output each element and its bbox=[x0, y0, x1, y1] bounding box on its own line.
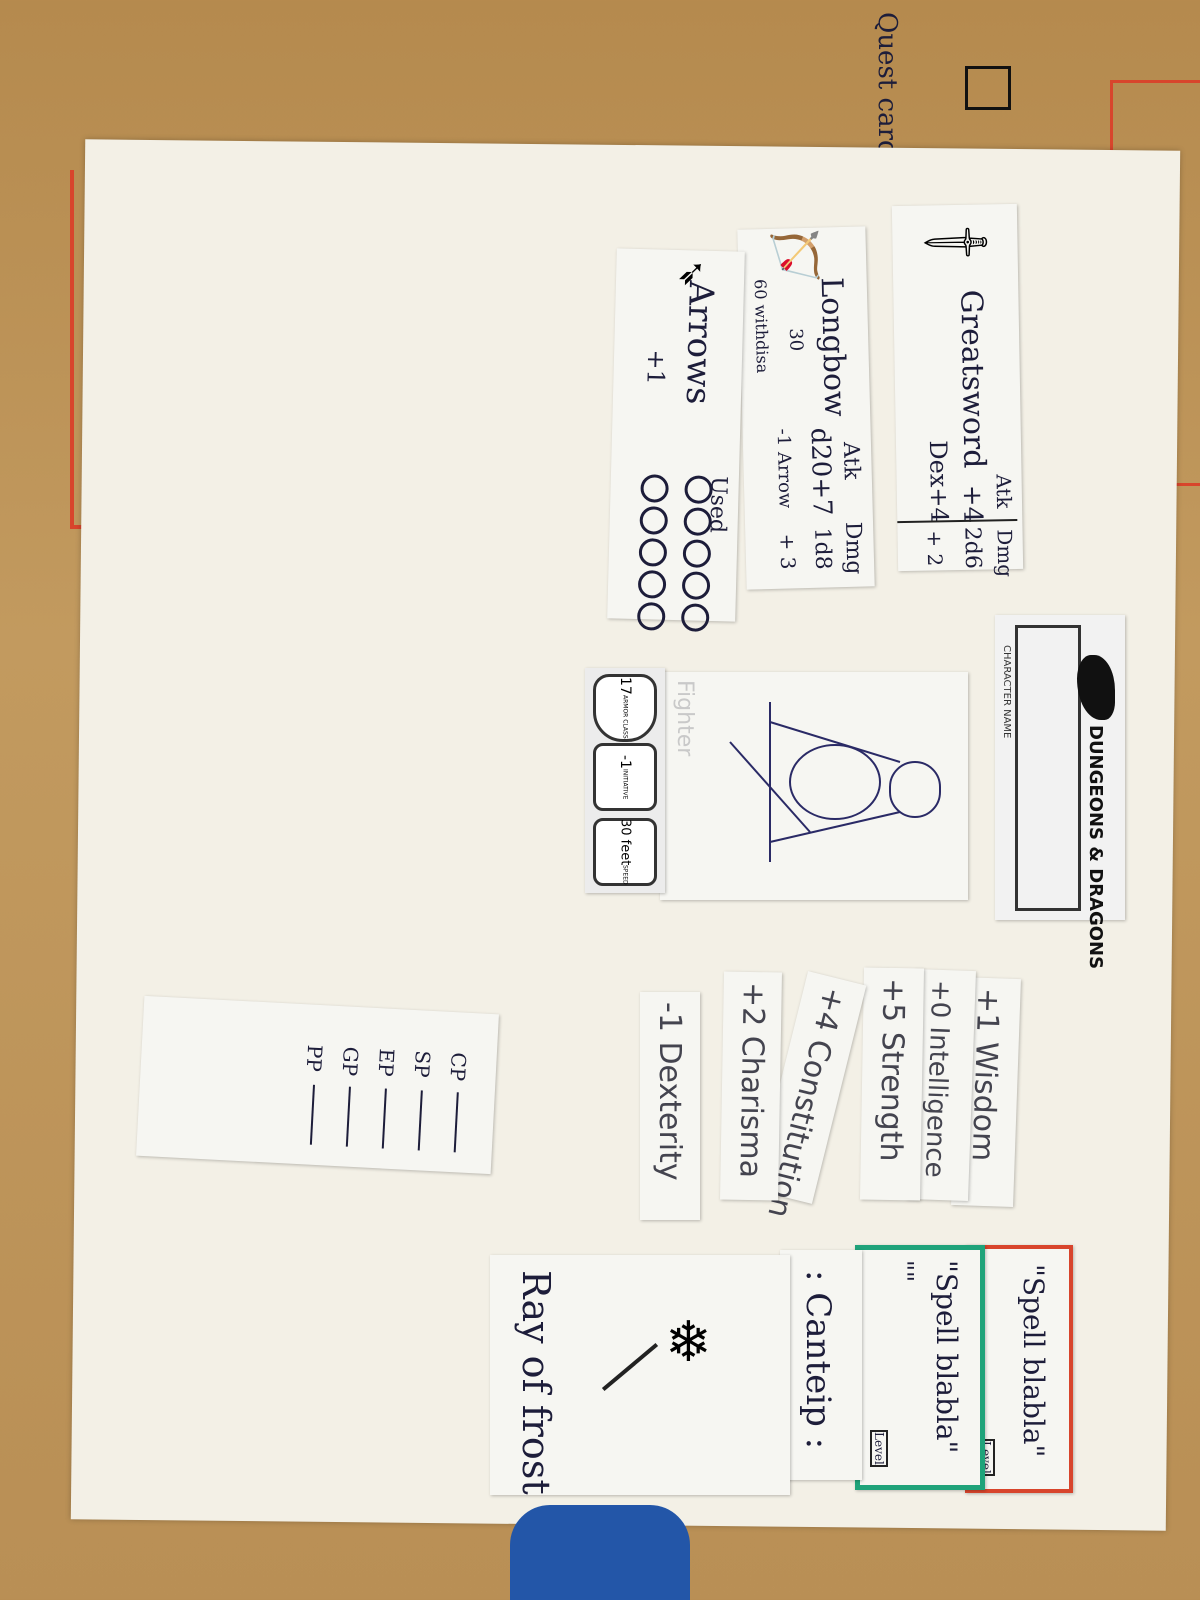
frost-lines-icon bbox=[601, 1342, 659, 1392]
cantrip-label: : Canteip : bbox=[798, 1270, 838, 1450]
combat-stats-strip: 17 ARMOR CLASS -1 INITIATIVE 30 feet SPE… bbox=[585, 668, 665, 893]
ammo-circle[interactable] bbox=[637, 570, 667, 599]
coin-row[interactable]: GP bbox=[333, 1046, 373, 1158]
ammo-circle[interactable] bbox=[638, 538, 668, 567]
ammo-circle[interactable] bbox=[680, 603, 710, 632]
range-disadvantage: 60 withdisa bbox=[750, 278, 773, 374]
weapon-card-greatsword[interactable]: 🗡 Greatsword Atk +4 Dex+4 Dmg 2d6 + 2 bbox=[891, 202, 1024, 577]
coin-label: SP bbox=[409, 1049, 435, 1079]
spell-level: Level bbox=[870, 1430, 888, 1467]
coin-line bbox=[453, 1092, 459, 1153]
name-box[interactable] bbox=[1015, 625, 1081, 911]
ability-strength[interactable]: +5 Strength bbox=[859, 967, 925, 1201]
dmg-header: Dmg bbox=[992, 528, 1018, 578]
ammo-card-arrows[interactable]: ➶ Arrows +1 Used bbox=[607, 248, 745, 632]
armor-class-label: ARMOR CLASS bbox=[621, 695, 629, 739]
coin-line bbox=[381, 1088, 387, 1149]
coin-label: GP bbox=[337, 1046, 364, 1077]
armor-class-box: 17 ARMOR CLASS bbox=[593, 674, 657, 742]
dmg-value: 2d6 bbox=[959, 526, 986, 570]
coin-row[interactable]: SP bbox=[405, 1050, 445, 1162]
character-name-banner[interactable]: CHARACTER NAME DUNGEONS & DRAGONS bbox=[995, 615, 1125, 969]
dnd-logo: DUNGEONS & DRAGONS bbox=[1085, 725, 1106, 970]
range: 30 bbox=[784, 327, 807, 352]
atk-value: +4 bbox=[956, 484, 988, 524]
dragon-logo-icon bbox=[1077, 655, 1115, 720]
character-sketch bbox=[729, 702, 941, 862]
atk-note: Dex+4 bbox=[923, 440, 954, 523]
ammo-tracker bbox=[636, 474, 721, 632]
ammo-circle[interactable] bbox=[683, 507, 713, 536]
ammo-circle[interactable] bbox=[684, 475, 713, 504]
ability-dexterity[interactable]: -1 Dexterity bbox=[640, 992, 700, 1220]
coin-tracker[interactable]: CP SP EP GP PP bbox=[136, 995, 499, 1175]
speed-box: 30 feet SPEED bbox=[593, 818, 657, 886]
coin-list: CP SP EP GP PP bbox=[291, 1044, 486, 1164]
armor-class-value: 17 bbox=[617, 677, 633, 696]
weapon-name: Longbow bbox=[813, 276, 853, 418]
portrait-card: Fighter bbox=[660, 672, 968, 900]
coin-row[interactable]: PP bbox=[297, 1044, 337, 1156]
ammo-circle[interactable] bbox=[682, 539, 712, 568]
spell-card-cantrip[interactable]: : Canteip : bbox=[780, 1250, 862, 1480]
coin-line bbox=[309, 1084, 316, 1145]
ammo-name: Arrows bbox=[677, 280, 722, 406]
tape-dispenser bbox=[510, 1505, 690, 1600]
initiative-value: -1 bbox=[617, 754, 633, 769]
bow-icon: 🏹 bbox=[767, 230, 824, 283]
dmg-header: Dmg bbox=[839, 521, 867, 575]
atk-note: -1 Arrow bbox=[772, 428, 796, 509]
ammo-circle[interactable] bbox=[640, 474, 669, 503]
ammo-circle[interactable] bbox=[639, 506, 669, 535]
snowflake-icon: ❄ bbox=[665, 1310, 712, 1375]
dmg-value: 1d8 bbox=[809, 527, 836, 571]
ammo-circle[interactable] bbox=[681, 571, 711, 600]
spell-card-ray-of-frost[interactable]: ❄ Ray of frost bbox=[490, 1255, 790, 1495]
spell-name: Ray of frost bbox=[514, 1270, 558, 1495]
ability-charisma[interactable]: +2 Charisma bbox=[720, 971, 782, 1201]
character-name-label: CHARACTER NAME bbox=[1001, 645, 1012, 739]
atk-value: d20+7 bbox=[804, 427, 837, 517]
sword-icon: 🗡 bbox=[917, 202, 997, 282]
spell-title: "Spell blabla" bbox=[1017, 1264, 1050, 1458]
atk-header: Atk bbox=[991, 474, 1017, 509]
corner-note: Quest cards bbox=[872, 12, 902, 170]
coin-label: CP bbox=[445, 1051, 471, 1082]
coin-line bbox=[417, 1090, 423, 1151]
initiative-box: -1 INITIATIVE bbox=[593, 743, 657, 811]
spell-subtitle: "" bbox=[890, 1260, 918, 1283]
coin-label: PP bbox=[301, 1044, 328, 1073]
weapon-name: Greatsword bbox=[953, 289, 992, 469]
spell-card-green[interactable]: "Spell blabla" "" Level bbox=[855, 1245, 985, 1490]
ammo-circle[interactable] bbox=[636, 602, 666, 631]
coin-line bbox=[345, 1086, 351, 1147]
atk-header: Atk bbox=[837, 441, 864, 480]
dmg-note: + 3 bbox=[775, 533, 801, 570]
dmg-note: + 2 bbox=[922, 530, 948, 567]
coin-row[interactable]: EP bbox=[369, 1048, 409, 1160]
initiative-label: INITIATIVE bbox=[621, 768, 629, 800]
spell-title: "Spell blabla" bbox=[930, 1260, 963, 1454]
coin-label: EP bbox=[373, 1047, 399, 1078]
coin-row[interactable]: CP bbox=[441, 1052, 481, 1164]
checkbox-icon bbox=[965, 66, 1011, 110]
speed-label: SPEED bbox=[621, 865, 629, 885]
ammo-bonus: +1 bbox=[641, 349, 671, 386]
speed-value: 30 feet bbox=[617, 819, 633, 866]
weapon-card-longbow[interactable]: 🏹 Longbow 30 60 withdisa Atk d20+7 -1 Ar… bbox=[737, 226, 875, 590]
